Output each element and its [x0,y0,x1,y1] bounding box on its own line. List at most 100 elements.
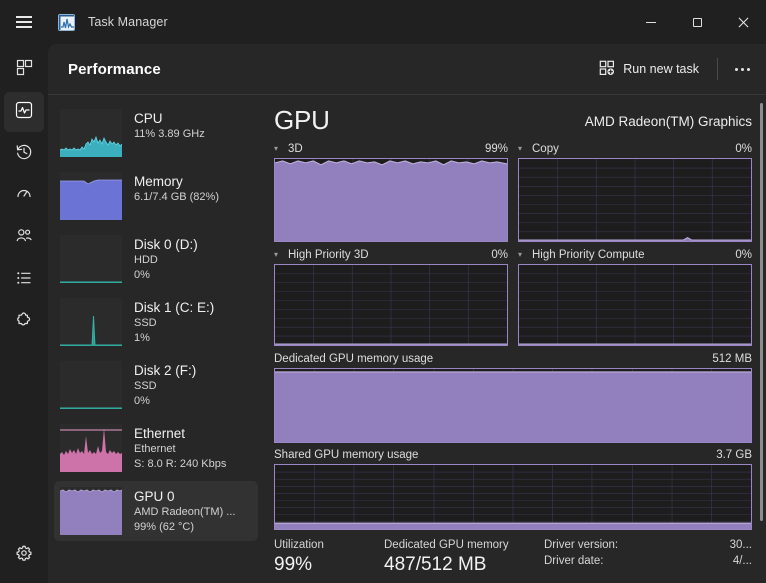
engine-hp3d-label: High Priority 3D [288,248,369,261]
chevron-down-icon[interactable]: ▾ [274,144,284,153]
gear-icon [15,544,33,567]
list-item-title: Disk 2 (F:) [134,363,197,378]
dedicated-memory-block: Dedicated GPU memory usage 512 MB [274,351,752,443]
engine-hpcompute-value: 0% [735,248,752,261]
page-title: Performance [68,60,161,78]
chevron-down-icon[interactable]: ▾ [518,144,528,153]
engine-high-priority-compute-graph [518,264,752,346]
app-history-icon [15,143,33,166]
list-item-sub2: 0% [134,269,150,281]
dedicated-memory-value: 512 MB [712,352,752,365]
processes-icon [16,59,33,81]
shared-memory-label: Shared GPU memory usage [274,448,419,461]
list-item-sub1: HDD [134,254,158,266]
ethernet-thumbnail-graph [60,424,122,472]
list-item-sub1: 6.1/7.4 GB (82%) [134,191,219,203]
engine-3d-label-row: ▾ 3D 99% [274,141,508,156]
driver-version-value: 30... [729,539,752,551]
cpu-text: CPU 11% 3.89 GHz [134,109,205,142]
list-item-sub1: SSD [134,317,157,329]
driver-date-value: 4/... [732,555,752,567]
sidebar-item-details[interactable] [4,260,44,300]
list-item-cpu[interactable]: CPU 11% 3.89 GHz [54,103,258,163]
dedicated-memory-label: Dedicated GPU memory usage [274,352,434,365]
window-body: Performance Run new task CPU 11% 3.89 GH… [0,44,766,583]
list-item-disk-2[interactable]: Disk 2 (F:) SSD 0% [54,355,258,415]
minimize-button[interactable] [628,0,674,44]
gpu-heading: GPU [274,105,330,135]
disk-1-thumbnail-graph [60,298,122,346]
sidebar-item-processes[interactable] [4,50,44,90]
engine-3d-graph [274,158,508,242]
details-icon [15,269,33,292]
window-title: Task Manager [88,15,168,29]
content-header: Performance Run new task [48,44,766,95]
window-controls [628,0,766,44]
chevron-down-icon[interactable]: ▾ [518,250,528,259]
engine-3d-cell: ▾ 3D 99% [274,141,508,242]
shared-gpu-memory-graph [274,464,752,530]
engine-high-priority-3d-graph [274,264,508,346]
dedicated-memory-stat-value: 487/512 MB [384,554,487,575]
sidebar-item-users[interactable] [4,218,44,258]
header-actions: Run new task [589,54,758,85]
engine-copy-cell: ▾ Copy 0% [518,141,752,242]
vertical-scrollbar[interactable] [760,103,763,521]
sidebar-item-services[interactable] [4,302,44,342]
list-item-sub2: S: 8.0 R: 240 Kbps [134,458,227,470]
engine-copy-label: Copy [532,142,559,155]
sidebar-item-startup-apps[interactable] [4,176,44,216]
sidebar-item-app-history[interactable] [4,134,44,174]
gpu-device-name: AMD Radeon(TM) Graphics [584,114,752,129]
sidebar-item-performance[interactable] [4,92,44,132]
list-item-sub2: 99% (62 °C) [134,521,195,533]
dedicated-gpu-memory-graph [274,368,752,443]
list-item-disk-1[interactable]: Disk 1 (C: E:) SSD 1% [54,292,258,352]
list-item-sub1: 11% 3.89 GHz [134,128,205,140]
utilization-stat: Utilization 99% [274,537,384,577]
shared-memory-value: 3.7 GB [716,448,752,461]
sidebar-item-settings[interactable] [4,535,44,575]
run-new-task-button[interactable]: Run new task [589,54,709,85]
minimize-icon [646,21,656,23]
shared-memory-label-row: Shared GPU memory usage 3.7 GB [274,447,752,462]
services-icon [15,311,33,334]
list-item-title: Ethernet [134,426,186,441]
list-item-sub1: SSD [134,380,157,392]
disk-1-text: Disk 1 (C: E:) SSD 1% [134,298,214,346]
engine-hpcompute-label: High Priority Compute [532,248,645,261]
nav-rail [0,44,48,583]
disk-0-text: Disk 0 (D:) HDD 0% [134,235,198,283]
hamburger-menu-button[interactable] [0,0,48,44]
engine-3d-label: 3D [288,142,303,155]
list-item-ethernet[interactable]: Ethernet Ethernet S: 8.0 R: 240 Kbps [54,418,258,478]
list-item-title: Memory [134,174,183,189]
memory-thumbnail-graph [60,172,122,220]
more-options-button[interactable] [726,54,758,84]
driver-version-row: Driver version: 30... [544,537,752,553]
engine-copy-value: 0% [735,142,752,155]
engine-row-1: ▾ 3D 99% ▾ Copy 0% [274,141,752,242]
engine-row-2: ▾ High Priority 3D 0% ▾ High Priority Co… [274,247,752,346]
engine-hp3d-cell: ▾ High Priority 3D 0% [274,247,508,346]
close-button[interactable] [720,0,766,44]
title-bar: Task Manager [0,0,766,44]
engine-hpcompute-label-row: ▾ High Priority Compute 0% [518,247,752,262]
startup-apps-icon [15,185,33,208]
utilization-value: 99% [274,554,313,575]
list-item-disk-0[interactable]: Disk 0 (D:) HDD 0% [54,229,258,289]
memory-text: Memory 6.1/7.4 GB (82%) [134,172,219,205]
gpu-detail-header: GPU AMD Radeon(TM) Graphics [274,105,752,135]
list-item-memory[interactable]: Memory 6.1/7.4 GB (82%) [54,166,258,226]
cpu-thumbnail-graph [60,109,122,157]
chevron-down-icon[interactable]: ▾ [274,250,284,259]
list-item-title: Disk 1 (C: E:) [134,300,215,315]
dedicated-memory-stat-label: Dedicated GPU memory [384,539,509,551]
more-options-icon [734,67,738,71]
shared-memory-block: Shared GPU memory usage 3.7 GB [274,447,752,530]
list-item-sub2: 1% [134,332,150,344]
list-item-gpu-0[interactable]: GPU 0 AMD Radeon(TM) ... 99% (62 °C) [54,481,258,541]
maximize-button[interactable] [674,0,720,44]
performance-icon [15,101,33,124]
close-icon [738,17,749,28]
